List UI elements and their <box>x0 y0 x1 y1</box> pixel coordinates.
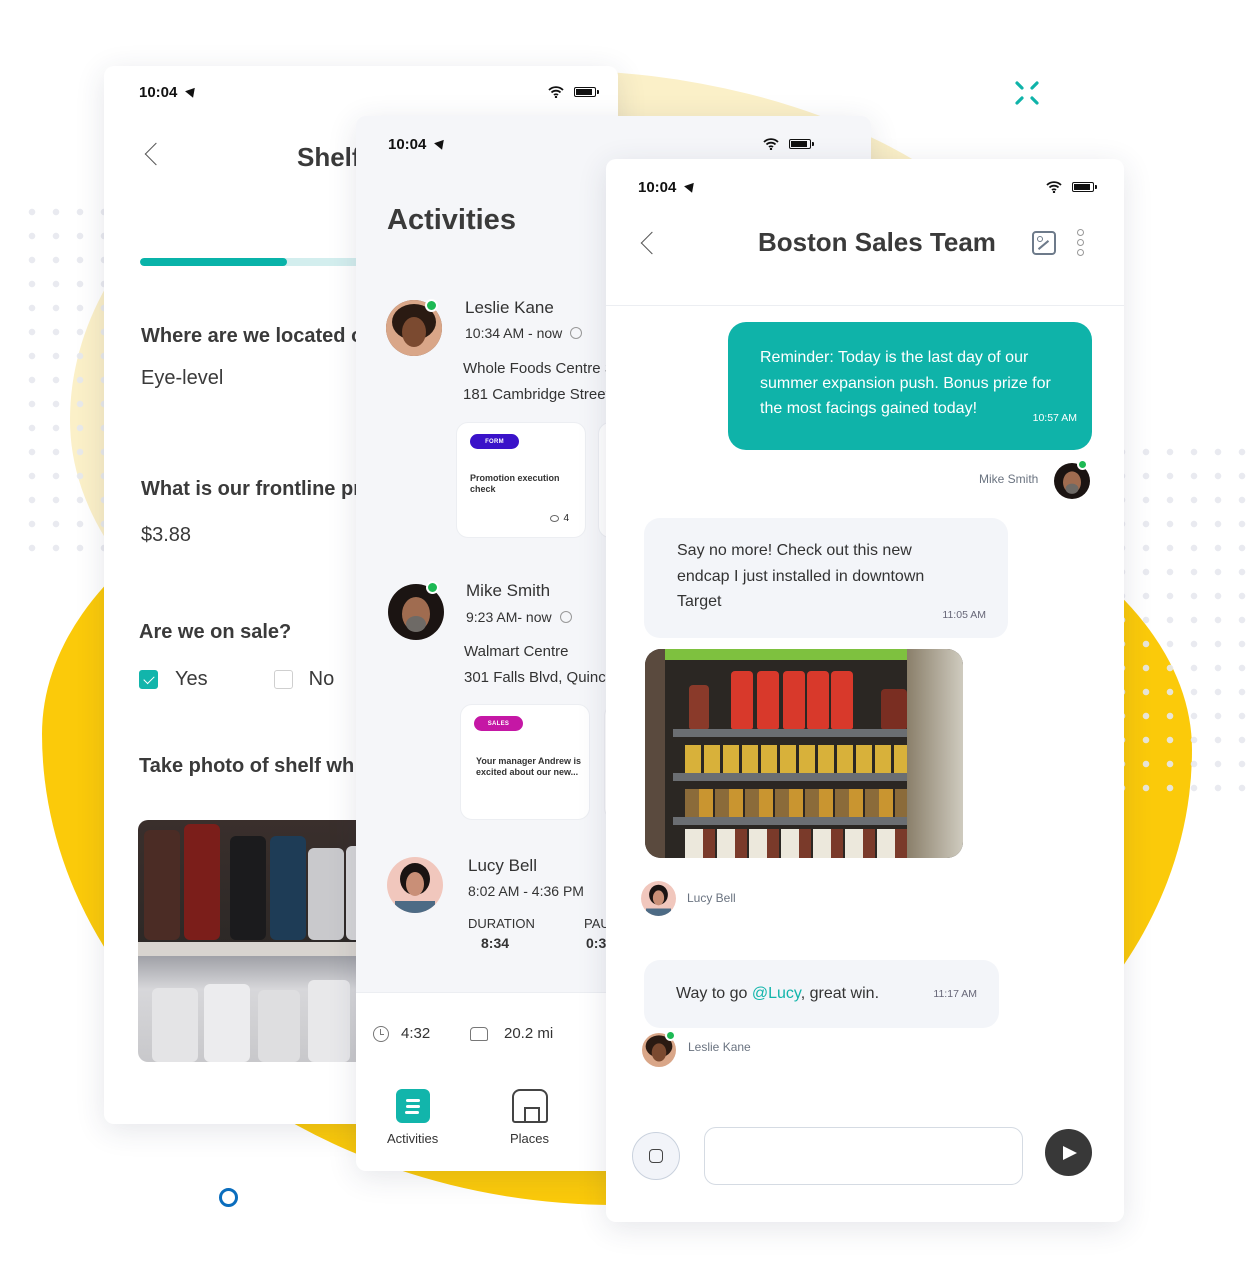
message-sender: Leslie Kane <box>688 1040 751 1054</box>
activity-card[interactable]: SALES Your manager Andrew is excited abo… <box>460 704 590 820</box>
chat-title: Boston Sales Team <box>758 227 996 257</box>
stat-value: 8:34 <box>481 935 510 951</box>
online-indicator <box>665 1030 676 1041</box>
progress-fill <box>140 258 287 266</box>
car-icon <box>470 1026 488 1041</box>
message-text-part: Way to go <box>676 985 752 1002</box>
location-arrow-icon <box>683 181 695 193</box>
stat-label: DURATION <box>468 916 535 931</box>
message-text: Say no more! Check out this new endcap I… <box>677 542 925 610</box>
status-bar: 10:04 <box>356 134 871 154</box>
option-label: No <box>308 668 335 690</box>
comment-count: 4 <box>563 513 569 524</box>
activity-address: 181 Cambridge Street, <box>463 386 614 403</box>
online-indicator <box>425 299 438 312</box>
activity-name: Lucy Bell <box>468 856 537 875</box>
answer-value[interactable]: Eye-level <box>141 367 223 390</box>
chat-screen: 10:04 Boston Sales Team Reminder: Today … <box>606 159 1124 1222</box>
question-label: What is our frontline pri <box>141 478 367 500</box>
ring-icon <box>219 1188 238 1207</box>
online-indicator <box>426 581 439 594</box>
activity-address: 301 Falls Blvd, Quincy, <box>464 669 617 686</box>
status-time: 10:04 <box>388 135 427 153</box>
message-text: Reminder: Today is the last day of our s… <box>760 349 1051 417</box>
activity-time: 10:34 AM - now <box>465 325 563 341</box>
message-text-part: , great win. <box>800 985 880 1002</box>
sender-avatar <box>641 881 676 916</box>
more-options-icon[interactable] <box>1077 229 1084 256</box>
status-time: 10:04 <box>638 178 677 196</box>
tag-pill: SALES <box>474 716 523 731</box>
mention-link[interactable]: @Lucy <box>752 985 801 1002</box>
message-incoming: Way to go @Lucy, great win. 11:17 AM <box>644 960 999 1028</box>
checkbox-yes[interactable] <box>139 670 158 689</box>
page-title: Activities <box>387 204 516 236</box>
question-label: Where are we located o <box>141 325 364 347</box>
message-incoming: Say no more! Check out this new endcap I… <box>644 518 1008 638</box>
clock-icon <box>373 1025 389 1042</box>
total-time: 4:32 <box>401 1025 431 1042</box>
image-icon <box>649 1149 663 1163</box>
message-sender: Lucy Bell <box>687 891 736 905</box>
wifi-icon <box>763 138 779 150</box>
attach-image-button[interactable] <box>632 1132 680 1180</box>
battery-icon <box>1072 182 1097 192</box>
wifi-icon <box>1046 181 1062 193</box>
answer-value[interactable]: $3.88 <box>141 524 191 547</box>
wifi-icon <box>548 86 564 98</box>
question-label: Are we on sale? <box>139 621 292 643</box>
activity-time: 8:02 AM - 4:36 PM <box>468 883 584 899</box>
stat-value: 0:3 <box>586 935 607 951</box>
back-button[interactable] <box>144 142 168 166</box>
send-button[interactable] <box>1045 1129 1092 1176</box>
activity-name: Mike Smith <box>466 581 551 600</box>
total-distance: 20.2 mi <box>504 1025 554 1042</box>
message-time: 11:05 AM <box>942 609 986 621</box>
checkbox-no[interactable] <box>273 670 293 689</box>
location-arrow-icon <box>184 86 196 98</box>
back-button[interactable] <box>640 231 664 255</box>
chat-header: 10:04 Boston Sales Team <box>606 159 1124 306</box>
option-label: Yes <box>175 668 208 690</box>
card-text: Your manager Andrew is excited about our… <box>476 756 582 777</box>
tab-places[interactable]: Places <box>510 1089 549 1146</box>
sparkle-icon <box>1015 81 1039 105</box>
message-input[interactable] <box>704 1127 1023 1185</box>
message-time: 11:17 AM <box>933 988 977 1000</box>
location-arrow-icon <box>433 138 445 150</box>
activity-place: Whole Foods Centre St <box>463 360 619 377</box>
clipboard-icon <box>395 1089 430 1123</box>
online-indicator <box>1077 459 1088 470</box>
tab-activities[interactable]: Activities <box>387 1089 438 1146</box>
card-text: Promotion execution check <box>470 473 560 494</box>
message-text: Way to go @Lucy, great win. <box>676 981 879 1007</box>
activity-name: Leslie Kane <box>465 298 554 317</box>
message-outgoing: Reminder: Today is the last day of our s… <box>728 322 1092 450</box>
page-title: Shelf <box>297 142 361 172</box>
endcap-photo[interactable] <box>645 649 963 858</box>
tag-pill: FORM <box>470 434 519 449</box>
dot-pattern-right <box>1110 440 1247 800</box>
sale-options: Yes No <box>139 668 334 691</box>
image-gallery-icon[interactable] <box>1032 231 1056 255</box>
globe-icon <box>559 611 572 623</box>
avatar <box>387 857 443 913</box>
battery-icon <box>789 139 814 149</box>
tab-label: Places <box>510 1131 550 1146</box>
status-bar: 10:04 <box>606 177 1124 197</box>
message-sender: Mike Smith <box>979 472 1039 486</box>
tab-label: Activities <box>387 1131 439 1146</box>
status-bar: 10:04 <box>104 82 618 102</box>
activity-place: Walmart Centre <box>464 643 569 660</box>
message-time: 10:57 AM <box>1032 412 1077 424</box>
battery-icon <box>574 87 599 97</box>
comment-icon <box>550 515 560 522</box>
status-time: 10:04 <box>139 83 178 101</box>
activity-time: 9:23 AM- now <box>466 609 552 625</box>
message-composer <box>606 1119 1124 1222</box>
globe-icon <box>570 327 583 339</box>
store-icon <box>511 1089 548 1123</box>
question-label: Take photo of shelf wh <box>139 755 355 777</box>
activity-card[interactable]: FORM Promotion execution check 4 <box>456 422 586 538</box>
